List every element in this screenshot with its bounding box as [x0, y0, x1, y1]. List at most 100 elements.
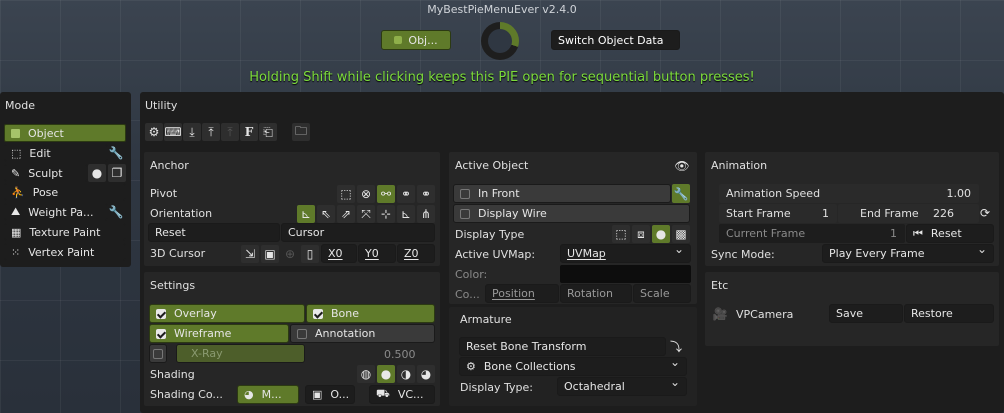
- display-wire-icon[interactable]: ⧈: [632, 225, 650, 243]
- object-color-swatch[interactable]: [560, 265, 691, 283]
- mode-item-weight-paint[interactable]: ⛰ Weight Pa...: [4, 203, 108, 221]
- in-front-checkbox[interactable]: [460, 188, 470, 199]
- anchor-cursor-button[interactable]: Cursor: [281, 223, 435, 242]
- display-solid-icon[interactable]: ●: [652, 225, 670, 243]
- object-data-button[interactable]: Obj...: [381, 30, 451, 50]
- bone-toggle[interactable]: Bone: [306, 304, 435, 323]
- switch-object-data-button[interactable]: Switch Object Data: [551, 30, 680, 50]
- pivot-median-icon[interactable]: ⚭: [397, 185, 415, 203]
- frame-reset-button[interactable]: ⏮ Reset: [906, 224, 994, 243]
- mode-item-pose[interactable]: ⛹ Pose: [4, 183, 126, 201]
- annotation-checkbox[interactable]: [297, 328, 307, 339]
- display-wire-checkbox[interactable]: [460, 208, 470, 219]
- transform-tab-position[interactable]: Position: [485, 284, 559, 303]
- mode-item-texture-paint[interactable]: ▦ Texture Paint: [4, 223, 126, 241]
- end-frame-field[interactable]: End Frame 226: [838, 204, 979, 223]
- pivot-active-icon[interactable]: ⚭: [417, 185, 435, 203]
- animation-speed-field[interactable]: Animation Speed 1.00: [719, 184, 979, 203]
- cursor-x0-button[interactable]: X0: [321, 244, 357, 263]
- orientation-gimbal-icon[interactable]: ⤧: [357, 205, 375, 223]
- wireframe-toggle[interactable]: Wireframe: [149, 324, 289, 343]
- pivot-individual-origins-icon[interactable]: ⚯: [377, 185, 395, 203]
- shading-color-material-button[interactable]: ◕ M...: [237, 385, 299, 404]
- orientation-parent-icon[interactable]: ⋔: [417, 205, 435, 223]
- end-frame-value: 226: [933, 207, 954, 220]
- overlay-toggle[interactable]: Overlay: [149, 304, 305, 323]
- shading-solid-icon[interactable]: ●: [377, 365, 395, 383]
- anchor-title: Anchor: [150, 159, 189, 172]
- cursor-y0-button[interactable]: Y0: [358, 244, 396, 263]
- cursor-z0-button[interactable]: Z0: [397, 244, 435, 263]
- transform-tab-co[interactable]: Co...: [455, 288, 480, 301]
- shading-color-vertex-button[interactable]: ⛟ VC...: [369, 385, 435, 404]
- refresh-icon[interactable]: ⟳: [976, 204, 994, 222]
- mode-item-vertex-paint[interactable]: ⁙ Vertex Paint: [4, 243, 126, 261]
- cursor-3d-label: 3D Cursor: [150, 247, 206, 260]
- file-browser-icon[interactable]: ⎗: [259, 123, 277, 141]
- reset-bone-transform-button[interactable]: Reset Bone Transform: [459, 337, 666, 356]
- annotation-toggle[interactable]: Annotation: [290, 324, 435, 343]
- shading-material-icon[interactable]: ◑: [397, 365, 415, 383]
- shading-color-object-button[interactable]: ▣ O...: [305, 385, 355, 404]
- orientation-local-icon[interactable]: ⇖: [317, 205, 335, 223]
- xray-checkbox-button[interactable]: [149, 344, 167, 363]
- display-bounds-icon[interactable]: ⬚: [612, 225, 630, 243]
- vertex-color-icon: ⛟: [376, 387, 390, 400]
- cursor-to-selected-icon[interactable]: ⇲: [241, 245, 259, 263]
- material-icon: ◕: [244, 388, 254, 401]
- sculpt-brush-icon[interactable]: ❐: [108, 164, 126, 182]
- wrench-icon[interactable]: 🔧: [107, 144, 125, 162]
- wireframe-checkbox[interactable]: [156, 328, 166, 339]
- orientation-label: Orientation: [150, 207, 213, 220]
- overlay-checkbox[interactable]: [156, 308, 166, 319]
- display-textured-icon[interactable]: ▩: [672, 225, 690, 243]
- mode-item-object[interactable]: Object: [4, 124, 126, 142]
- orientation-global-icon[interactable]: ⊾: [297, 205, 315, 223]
- cursor-grid-icon[interactable]: ▯: [301, 245, 319, 263]
- orientation-view-icon[interactable]: ⊹: [377, 205, 395, 223]
- transform-tab-scale[interactable]: Scale: [633, 284, 691, 303]
- mode-item-sculpt[interactable]: ✎ Sculpt: [4, 164, 88, 182]
- camera-restore-button[interactable]: Restore: [904, 304, 994, 323]
- gear-icon[interactable]: ⚙: [145, 123, 163, 141]
- pivot-cursor-icon[interactable]: ⊗: [357, 185, 375, 203]
- bone-checkbox[interactable]: [313, 308, 323, 319]
- animation-speed-value: 1.00: [946, 187, 972, 200]
- export-icon[interactable]: ⤒: [202, 123, 220, 141]
- start-frame-field[interactable]: Start Frame 1: [719, 204, 837, 223]
- settings-title: Settings: [150, 279, 196, 292]
- xray-toggle[interactable]: X-Ray: [176, 344, 305, 363]
- uvmap-dropdown[interactable]: UVMap: [560, 244, 691, 263]
- anchor-reset-button[interactable]: Reset: [148, 223, 280, 242]
- sculpt-sphere-icon[interactable]: ●: [88, 164, 106, 182]
- transform-tab-rotation[interactable]: Rotation: [560, 284, 632, 303]
- wrench-icon[interactable]: 🔧: [672, 184, 690, 203]
- import-icon[interactable]: ⤓: [183, 123, 201, 141]
- rewind-icon: ⏮: [913, 226, 923, 240]
- shading-rendered-icon[interactable]: ◕: [417, 365, 435, 383]
- etc-section: Etc 🎥 VPCamera Save Restore: [705, 272, 999, 346]
- in-front-toggle[interactable]: In Front: [453, 184, 671, 203]
- camera-save-button[interactable]: Save: [829, 304, 903, 323]
- animation-speed-label: Animation Speed: [726, 187, 821, 200]
- xray-checkbox[interactable]: [153, 348, 163, 359]
- pivot-bounding-box-icon[interactable]: ⬚: [337, 185, 355, 203]
- orientation-normal-icon[interactable]: ⇗: [337, 205, 355, 223]
- cursor-to-active-icon[interactable]: ▣: [261, 245, 279, 263]
- bone-transform-arrow-icon[interactable]: ⤵: [667, 337, 685, 355]
- display-wire-toggle[interactable]: Display Wire: [453, 204, 690, 223]
- shading-wireframe-icon[interactable]: ◍: [357, 365, 375, 383]
- folder-icon[interactable]: 🗀: [292, 123, 310, 141]
- wrench-icon[interactable]: 🔧: [107, 203, 125, 221]
- etc-title: Etc: [711, 279, 729, 292]
- sync-mode-dropdown[interactable]: Play Every Frame: [822, 244, 994, 263]
- font-icon[interactable]: F: [240, 123, 258, 141]
- console-icon[interactable]: ⌨: [164, 123, 182, 141]
- bone-collections-dropdown[interactable]: ⚙ Bone Collections: [459, 357, 687, 376]
- orientation-cursor-icon[interactable]: ⊾: [397, 205, 415, 223]
- xray-alpha-value: 0.500: [384, 348, 416, 361]
- visibility-eye-icon[interactable]: 👁: [673, 157, 691, 175]
- mode-item-edit[interactable]: ⬚ Edit: [4, 144, 108, 162]
- armature-display-type-dropdown[interactable]: Octahedral: [557, 377, 687, 396]
- current-frame-field[interactable]: Current Frame 1: [719, 224, 905, 243]
